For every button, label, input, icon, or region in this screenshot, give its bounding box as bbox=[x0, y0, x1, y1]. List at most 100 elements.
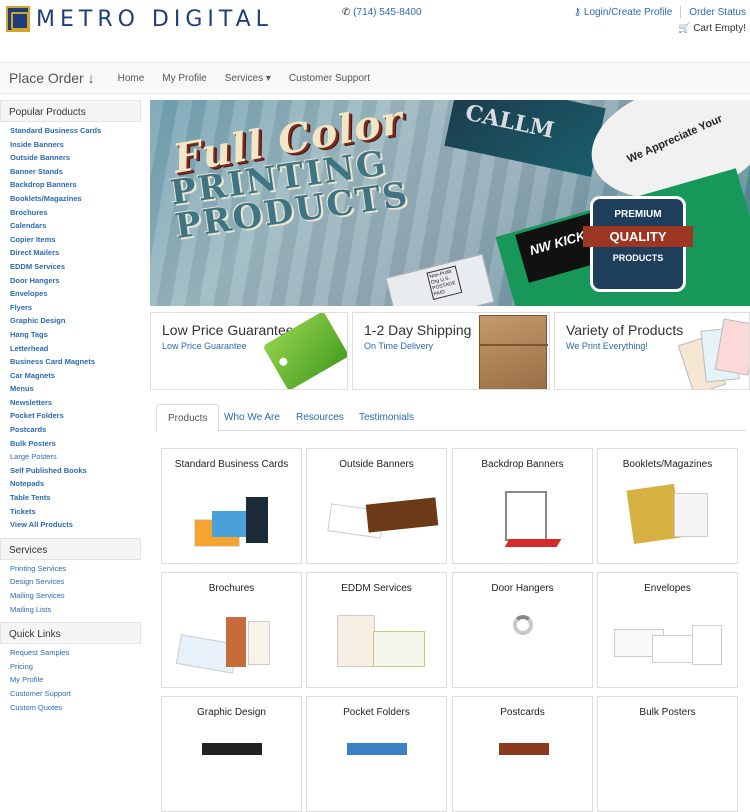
tab-testimonials[interactable]: Testimonials bbox=[348, 404, 425, 432]
tab-resources[interactable]: Resources bbox=[285, 404, 355, 432]
sidebar-link[interactable]: Mailing Services bbox=[10, 589, 131, 603]
sidebar-link[interactable]: Banner Stands bbox=[10, 165, 131, 179]
sidebar-link[interactable]: Tickets bbox=[10, 505, 131, 519]
sidebar-link[interactable]: Flyers bbox=[10, 301, 131, 315]
product-card[interactable]: EDDM Services bbox=[306, 572, 447, 688]
sidebar-link[interactable]: Self Published Books bbox=[10, 464, 131, 478]
sidebar-link[interactable]: Large Posters bbox=[10, 450, 131, 464]
cart-icon: 🛒 bbox=[677, 23, 691, 34]
shipping-box-icon bbox=[479, 315, 548, 389]
sidebar-link[interactable]: Pocket Folders bbox=[10, 409, 131, 423]
quick-links-heading: Quick Links bbox=[0, 622, 141, 645]
sidebar-link[interactable]: Copier Items bbox=[10, 233, 131, 247]
product-card[interactable]: Bulk Posters bbox=[597, 696, 738, 812]
sidebar-link[interactable]: Hang Tags bbox=[10, 328, 131, 342]
sidebar-link[interactable]: Mailing Lists bbox=[10, 603, 131, 617]
sidebar-link[interactable]: Pricing bbox=[10, 660, 131, 674]
nav-home[interactable]: Home bbox=[118, 73, 145, 84]
product-card[interactable]: Graphic Design bbox=[161, 696, 302, 812]
sidebar-link[interactable]: Booklets/Magazines bbox=[10, 192, 131, 206]
product-card[interactable]: Postcards bbox=[452, 696, 593, 812]
product-card[interactable]: Envelopes bbox=[597, 572, 738, 688]
cart-link[interactable]: 🛒 Cart Empty! bbox=[678, 23, 746, 34]
logo[interactable]: METRO DIGITAL bbox=[6, 6, 273, 32]
top-links: ⚷ Login/Create Profile Order Status bbox=[574, 6, 746, 18]
sidebar-link[interactable]: Business Card Magnets bbox=[10, 355, 131, 369]
sidebar-link[interactable]: Door Hangers bbox=[10, 274, 131, 288]
sidebar-link[interactable]: Standard Business Cards bbox=[10, 124, 131, 138]
product-image bbox=[172, 483, 292, 557]
nav-services-dropdown[interactable]: Services ▾ bbox=[225, 73, 271, 84]
feature-variety[interactable]: Variety of Products We Print Everything! bbox=[554, 312, 750, 390]
sidebar-link[interactable]: Graphic Design bbox=[10, 314, 131, 328]
login-link[interactable]: ⚷ Login/Create Profile bbox=[574, 7, 673, 18]
tab-who-we-are[interactable]: Who We Are bbox=[213, 404, 291, 432]
sidebar-link[interactable]: Letterhead bbox=[10, 342, 131, 356]
product-image bbox=[172, 731, 292, 805]
sidebar-link[interactable]: Table Tents bbox=[10, 491, 131, 505]
product-card[interactable]: Brochures bbox=[161, 572, 302, 688]
product-image bbox=[463, 731, 583, 805]
phone-icon: ✆ bbox=[342, 7, 351, 18]
popular-products-heading: Popular Products bbox=[0, 100, 141, 122]
sidebar-link[interactable]: Direct Mailers bbox=[10, 246, 131, 260]
sidebar-link[interactable]: Customer Support bbox=[10, 687, 131, 701]
hero-banner[interactable]: CALLM We Appreciate Your NW KICKERS PREM… bbox=[150, 100, 750, 306]
sidebar-link[interactable]: My Profile bbox=[10, 673, 131, 687]
sidebar-link[interactable]: Bulk Posters bbox=[10, 437, 131, 451]
sidebar-link[interactable]: Menus bbox=[10, 382, 131, 396]
services-heading: Services bbox=[0, 537, 141, 560]
product-image bbox=[608, 483, 728, 557]
sidebar-link[interactable]: Request Samples bbox=[10, 646, 131, 660]
product-card[interactable]: Door Hangers bbox=[452, 572, 593, 688]
header: METRO DIGITAL ✆ (714) 545-8400 ⚷ Login/C… bbox=[0, 0, 750, 62]
nav-customer-support[interactable]: Customer Support bbox=[289, 73, 370, 84]
sidebar-link[interactable]: Outside Banners bbox=[10, 151, 131, 165]
services-list: Printing Services Design Services Mailing … bbox=[0, 560, 141, 622]
sidebar-link[interactable]: Envelopes bbox=[10, 287, 131, 301]
product-image bbox=[172, 607, 292, 681]
product-image bbox=[463, 607, 583, 681]
sidebar: Popular Products Standard Business Cards… bbox=[0, 100, 141, 720]
divider bbox=[680, 6, 682, 18]
product-card[interactable]: Outside Banners bbox=[306, 448, 447, 564]
sidebar-link[interactable]: Postcards bbox=[10, 423, 131, 437]
sidebar-link[interactable]: View All Products bbox=[10, 518, 131, 532]
sidebar-link[interactable]: Car Magnets bbox=[10, 369, 131, 383]
main-nav: Place Order ↓ Home My Profile Services ▾… bbox=[0, 62, 750, 94]
sidebar-link[interactable]: Design Services bbox=[10, 575, 131, 589]
logo-text: METRO DIGITAL bbox=[36, 6, 273, 32]
sidebar-link[interactable]: Printing Services bbox=[10, 562, 131, 576]
product-card[interactable]: Standard Business Cards bbox=[161, 448, 302, 564]
sidebar-link[interactable]: Custom Quotes bbox=[10, 701, 131, 715]
product-card[interactable]: Pocket Folders bbox=[306, 696, 447, 812]
product-card[interactable]: Backdrop Banners bbox=[452, 448, 593, 564]
product-image bbox=[317, 731, 437, 805]
sidebar-link[interactable]: Brochures bbox=[10, 206, 131, 220]
sidebar-link[interactable]: Newsletters bbox=[10, 396, 131, 410]
quick-links-list: Request Samples Pricing My Profile Customer… bbox=[0, 644, 141, 720]
product-image bbox=[463, 483, 583, 557]
nav-my-profile[interactable]: My Profile bbox=[162, 73, 206, 84]
product-card[interactable]: Booklets/Magazines bbox=[597, 448, 738, 564]
order-status-link[interactable]: Order Status bbox=[689, 7, 746, 18]
loading-spinner-icon bbox=[513, 615, 533, 635]
product-image bbox=[317, 483, 439, 557]
product-image bbox=[317, 607, 437, 681]
sidebar-link[interactable]: Inside Banners bbox=[10, 138, 131, 152]
sidebar-link[interactable]: Backdrop Banners bbox=[10, 178, 131, 192]
feature-shipping[interactable]: 1-2 Day Shipping On Time Delivery bbox=[352, 312, 550, 390]
user-icon: ⚷ bbox=[573, 6, 582, 18]
feature-low-price[interactable]: Low Price Guarantee Low Price Guarantee bbox=[150, 312, 348, 390]
product-image bbox=[608, 607, 728, 681]
tab-products[interactable]: Products bbox=[156, 404, 220, 432]
phone-number[interactable]: ✆ (714) 545-8400 bbox=[342, 7, 422, 18]
place-order-button[interactable]: Place Order ↓ bbox=[9, 70, 95, 86]
sidebar-link[interactable]: Notepads bbox=[10, 477, 131, 491]
logo-mark-icon bbox=[6, 6, 30, 32]
quality-badge: PREMIUM QUALITY PRODUCTS bbox=[583, 196, 693, 292]
sidebar-link[interactable]: EDDM Services bbox=[10, 260, 131, 274]
product-tabs: Products Who We Are Resources Testimonia… bbox=[156, 404, 746, 432]
sidebar-link[interactable]: Calendars bbox=[10, 219, 131, 233]
popular-products-list: Standard Business Cards Inside Banners Out… bbox=[0, 122, 141, 538]
